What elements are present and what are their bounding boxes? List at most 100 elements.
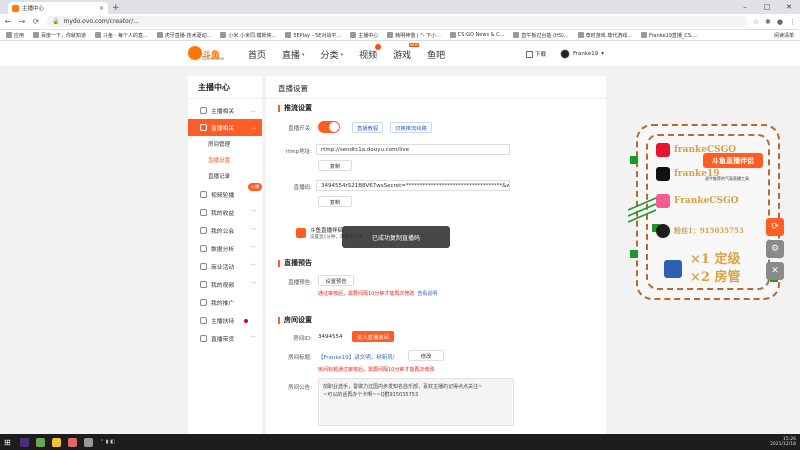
- sidebar-item-anchor[interactable]: 主播相关 ︿: [188, 102, 262, 119]
- widget-row-qq: 粉丝1：915035753: [656, 224, 744, 238]
- bookmark-item[interactable]: Franke19直播_CS:...: [640, 32, 698, 39]
- nav-game[interactable]: 游戏 NEW: [393, 43, 420, 61]
- nav-live[interactable]: 直播 ▾: [282, 48, 305, 61]
- reading-list[interactable]: 阅读清单: [774, 32, 794, 39]
- sidebar-item-label: 商业活动: [211, 265, 235, 271]
- close-window-button[interactable]: ✕: [778, 0, 800, 14]
- reload-button[interactable]: ⟳: [32, 17, 40, 26]
- browser-tab[interactable]: 主播中心 ×: [8, 2, 108, 14]
- widget-big-text-2: ×2 房管: [690, 270, 741, 285]
- bookmark-item[interactable]: 百度一下，你就知道: [33, 32, 86, 39]
- bookmark-item[interactable]: 直牛板过台能 (HS)...: [513, 32, 569, 39]
- weibo-icon: [656, 143, 670, 157]
- sidebar-item-video-carousel[interactable]: 视频轮播 火爆: [188, 183, 262, 203]
- sidebar-item-label: 直播相关: [211, 126, 235, 132]
- nav-home[interactable]: 首页: [248, 48, 266, 61]
- app-icon[interactable]: [52, 437, 61, 447]
- widget-refresh-button[interactable]: ⟳: [766, 218, 784, 236]
- room-notice-textarea[interactable]: 前职业选手，誓做力过国内步发知名酋乐部，喜欢主播的记得点点关注~ ~可以的话再办…: [318, 378, 514, 426]
- guild-icon: [200, 227, 207, 234]
- sidebar-item-promotion[interactable]: 我的推广: [188, 294, 262, 311]
- chevron-down-icon: ﹀: [250, 210, 256, 216]
- douyu-logo[interactable]: 斗鱼 DOUYU.COM: [188, 46, 224, 62]
- enter-room-button[interactable]: 进入直播房间: [352, 331, 394, 342]
- tutorial-button[interactable]: 直播教程: [352, 122, 384, 133]
- forward-button[interactable]: →: [18, 17, 26, 26]
- view-instructions-link[interactable]: 查看说明: [417, 291, 437, 297]
- rtmp-field[interactable]: rtmp://sendtc1a.douyu.com/live: [316, 144, 510, 155]
- widget-settings-button[interactable]: ⚙: [766, 240, 784, 258]
- nav-yuba[interactable]: 鱼吧: [427, 48, 445, 61]
- set-preview-button[interactable]: 设置预告: [318, 275, 354, 286]
- sidebar-item-analytics[interactable]: 数据分析 ﹀: [188, 240, 262, 257]
- sidebar-item-business[interactable]: 商业活动 ﹀: [188, 258, 262, 275]
- stream-code-field[interactable]: 3494554rS21B8V67wsSecret=***************…: [316, 180, 510, 191]
- bookmark-icon: [6, 32, 12, 38]
- widget-handle[interactable]: [630, 250, 638, 258]
- sidebar-item-support[interactable]: 主播扶持: [188, 312, 262, 329]
- switch-line-button[interactable]: 切换推流线路: [390, 122, 432, 133]
- bookmark-label: 应用: [14, 32, 25, 39]
- bookmark-item[interactable]: 虎牙直播-技术驱动...: [156, 32, 212, 39]
- taskbar-clock[interactable]: 15:26 2021/12/18: [770, 437, 796, 448]
- bookmark-icon: [577, 32, 584, 38]
- widget-text: FrankeCSGO: [674, 196, 739, 206]
- widget-close-button[interactable]: ✕: [766, 262, 784, 280]
- stream-toggle[interactable]: [318, 121, 340, 133]
- extensions-icon[interactable]: ✱: [765, 18, 771, 26]
- wallet-icon: [200, 209, 207, 216]
- bookmark-item[interactable]: CS:GO News & C...: [449, 32, 504, 38]
- sidebar-subitem-live-settings[interactable]: 直播设置: [188, 152, 262, 168]
- modify-title-button[interactable]: 修改: [408, 350, 444, 361]
- new-badge: NEW: [408, 43, 420, 47]
- nav-video[interactable]: 视频: [359, 44, 382, 61]
- sidebar-item-label: 我的推广: [211, 301, 235, 307]
- chrome-icon[interactable]: [68, 437, 77, 447]
- copy-rtmp-button[interactable]: 复制: [318, 160, 352, 171]
- nav-category[interactable]: 分类 ▾: [321, 48, 344, 61]
- copy-code-button[interactable]: 复制: [318, 196, 352, 207]
- sidebar-subitem-live-records[interactable]: 直播记录: [188, 168, 262, 184]
- bookmark-item[interactable]: 斗鱼 - 每个人的直...: [95, 32, 148, 39]
- rtmp-label: rtmp地址:: [285, 149, 312, 155]
- sidebar-item-guild[interactable]: 我的公会 ﹀: [188, 222, 262, 239]
- sidebar-item-commerce[interactable]: 直播带货 ﹀: [188, 330, 262, 347]
- user-menu[interactable]: Franke19 ▾: [560, 49, 604, 59]
- bookmark-label: 韩明神偕 ( "- 下小...: [395, 32, 441, 39]
- download-button[interactable]: 下载: [526, 50, 546, 58]
- widget-handle[interactable]: [630, 156, 638, 164]
- hot-badge: 火爆: [248, 183, 262, 191]
- rocket-icon: [664, 260, 682, 278]
- bookmark-item[interactable]: 韩明神偕 ( "- 下小...: [387, 32, 441, 39]
- bookmark-label: 直牛板过台能 (HS)...: [521, 32, 569, 39]
- browser-tools: ☆ ✱ ● ⋮: [753, 18, 796, 26]
- bookmark-item[interactable]: 5EPlay - 5E对战平...: [285, 32, 341, 39]
- sidebar-item-label: 我的视频: [211, 283, 235, 289]
- back-button[interactable]: ←: [4, 17, 12, 26]
- maximize-button[interactable]: □: [756, 0, 778, 14]
- url-input[interactable]: 🔒 mydo.ovo.com/creator/...: [46, 16, 747, 27]
- menu-icon[interactable]: ⋮: [789, 18, 796, 26]
- chevron-down-icon: ▾: [302, 51, 305, 58]
- minimize-button[interactable]: –: [734, 0, 756, 14]
- close-tab-icon[interactable]: ×: [99, 5, 104, 12]
- tv-icon: [200, 124, 207, 131]
- bookmark-item[interactable]: 小米.小米同.模新侠...: [220, 32, 276, 39]
- star-icon[interactable]: ☆: [753, 18, 759, 26]
- bookmark-item[interactable]: 应用: [6, 32, 24, 39]
- profile-icon[interactable]: ●: [777, 18, 783, 26]
- windows-start-icon[interactable]: ⊞: [4, 438, 13, 447]
- bookmark-item[interactable]: 尊时游戏.尊代游戏...: [577, 32, 632, 39]
- app-icon[interactable]: [36, 437, 45, 447]
- sidebar-item-live[interactable]: 直播相关 ︿: [188, 119, 262, 136]
- new-tab-button[interactable]: +: [112, 2, 120, 14]
- chart-icon: [200, 245, 207, 252]
- bookmark-item[interactable]: 主播中心: [350, 32, 378, 39]
- divider: [266, 98, 606, 99]
- sidebar-item-income[interactable]: 我的收益 ﹀: [188, 204, 262, 221]
- sidebar-item-my-videos[interactable]: 我的视频 ﹀: [188, 276, 262, 293]
- bookmark-label: 虎牙直播-技术驱动...: [164, 32, 212, 39]
- app-icon[interactable]: [84, 437, 93, 447]
- sidebar-subitem-room-manage[interactable]: 房间管理: [188, 136, 262, 152]
- app-icon[interactable]: [20, 437, 29, 447]
